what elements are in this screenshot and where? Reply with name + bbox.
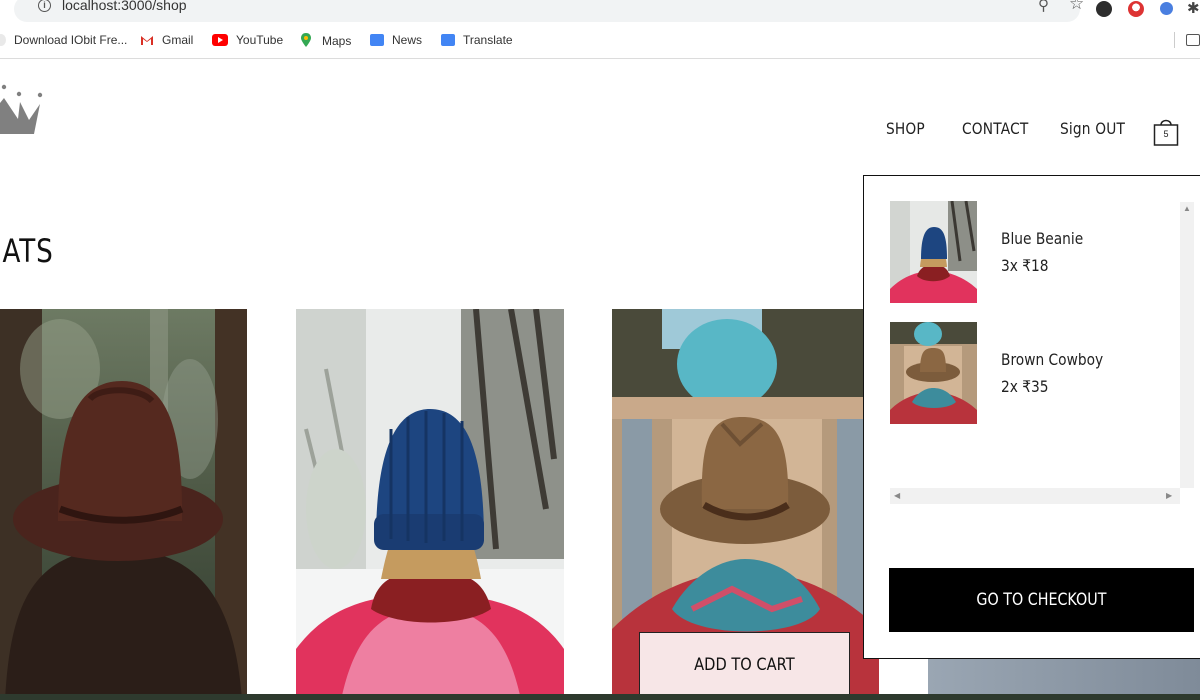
cart-item-name: Blue Beanie xyxy=(1001,229,1084,248)
add-to-cart-button[interactable]: ADD TO CART xyxy=(639,632,850,698)
bookmark-news[interactable]: News xyxy=(370,33,422,47)
puzzle-icon[interactable]: ✱ xyxy=(1187,0,1200,17)
bookmark-maps[interactable]: Maps xyxy=(300,33,351,48)
extension-icon[interactable] xyxy=(1096,1,1112,17)
cart-items-list[interactable]: Blue Beanie 3x ₹18 Brown Cowboy 2x ₹35 xyxy=(864,198,1180,486)
go-to-checkout-button[interactable]: GO TO CHECKOUT xyxy=(889,568,1194,632)
bookmark-youtube[interactable]: YouTube xyxy=(212,33,283,47)
iobit-icon xyxy=(0,34,6,46)
browser-address-bar: i localhost:3000/shop ⚲ ☆ ✱ xyxy=(0,0,1200,26)
shopping-bag-icon[interactable]: 5 xyxy=(1153,116,1179,146)
bookmark-gmail[interactable]: Gmail xyxy=(140,33,193,47)
cart-item-quantity-price: 3x ₹18 xyxy=(1001,256,1049,275)
extension-icon[interactable] xyxy=(1160,2,1173,15)
bookmarks-divider xyxy=(1174,32,1175,48)
bookmark-label: YouTube xyxy=(236,33,284,47)
zoom-icon[interactable]: ⚲ xyxy=(1038,0,1049,14)
bookmark-star-icon[interactable]: ☆ xyxy=(1069,0,1084,14)
bookmark-label: Translate xyxy=(463,33,513,47)
bookmark-label: News xyxy=(392,33,423,47)
bookmark-label: Gmail xyxy=(162,33,194,47)
bookmarks-bar: Download IObit Fre... Gmail YouTube Maps… xyxy=(0,30,1200,54)
add-to-cart-label: ADD TO CART xyxy=(694,655,795,675)
bookmark-label: Maps xyxy=(322,34,352,48)
reading-list-icon[interactable] xyxy=(1186,34,1200,46)
profile-icon[interactable] xyxy=(1128,1,1144,17)
collection-title[interactable]: HATS xyxy=(0,232,54,270)
gmail-icon xyxy=(140,34,154,46)
toolbar-divider xyxy=(0,58,1200,59)
scroll-up-icon[interactable]: ▲ xyxy=(1183,204,1191,213)
blue-beanie-hat-icon xyxy=(296,309,564,700)
cart-item-image xyxy=(890,322,977,424)
translate-icon xyxy=(441,34,455,46)
taskbar-strip xyxy=(0,694,1200,700)
scroll-left-icon[interactable]: ◀ xyxy=(894,491,900,500)
cart-item-quantity-price: 2x ₹35 xyxy=(1001,377,1049,396)
bookmark-iobit[interactable]: Download IObit Fre... xyxy=(0,33,127,47)
nav-signout-link[interactable]: Sign OUT xyxy=(1060,119,1125,138)
cart-dropdown: Blue Beanie 3x ₹18 Brown Cowboy 2x ₹35 ▲… xyxy=(863,175,1200,659)
nav-contact-link[interactable]: CONTACT xyxy=(962,119,1028,138)
nav-shop-link[interactable]: SHOP xyxy=(886,119,925,138)
news-icon xyxy=(370,34,384,46)
cart-count: 5 xyxy=(1163,129,1169,139)
cart-item: Blue Beanie 3x ₹18 xyxy=(890,201,1180,303)
product-card-blue-beanie[interactable] xyxy=(296,309,564,700)
maps-icon xyxy=(300,33,314,47)
checkout-label: GO TO CHECKOUT xyxy=(976,590,1107,610)
youtube-icon xyxy=(212,34,228,46)
bookmark-label: Download IObit Fre... xyxy=(14,33,128,47)
scroll-right-icon[interactable]: ▶ xyxy=(1166,491,1172,500)
info-icon[interactable]: i xyxy=(38,0,51,12)
crown-logo-icon[interactable] xyxy=(0,84,46,143)
url-field[interactable]: i localhost:3000/shop ⚲ ☆ xyxy=(14,0,1084,22)
cart-item: Brown Cowboy 2x ₹35 xyxy=(890,322,1180,424)
url-text[interactable]: localhost:3000/shop xyxy=(62,0,187,13)
brown-brim-hat-icon xyxy=(0,309,247,700)
horizontal-scrollbar[interactable]: ◀ ▶ xyxy=(890,488,1180,504)
bookmark-translate[interactable]: Translate xyxy=(441,33,513,47)
product-card-brown-brim[interactable] xyxy=(0,309,247,700)
vertical-scrollbar[interactable]: ▲ xyxy=(1180,202,1194,488)
cart-item-image xyxy=(890,201,977,303)
cart-item-name: Brown Cowboy xyxy=(1001,350,1104,369)
